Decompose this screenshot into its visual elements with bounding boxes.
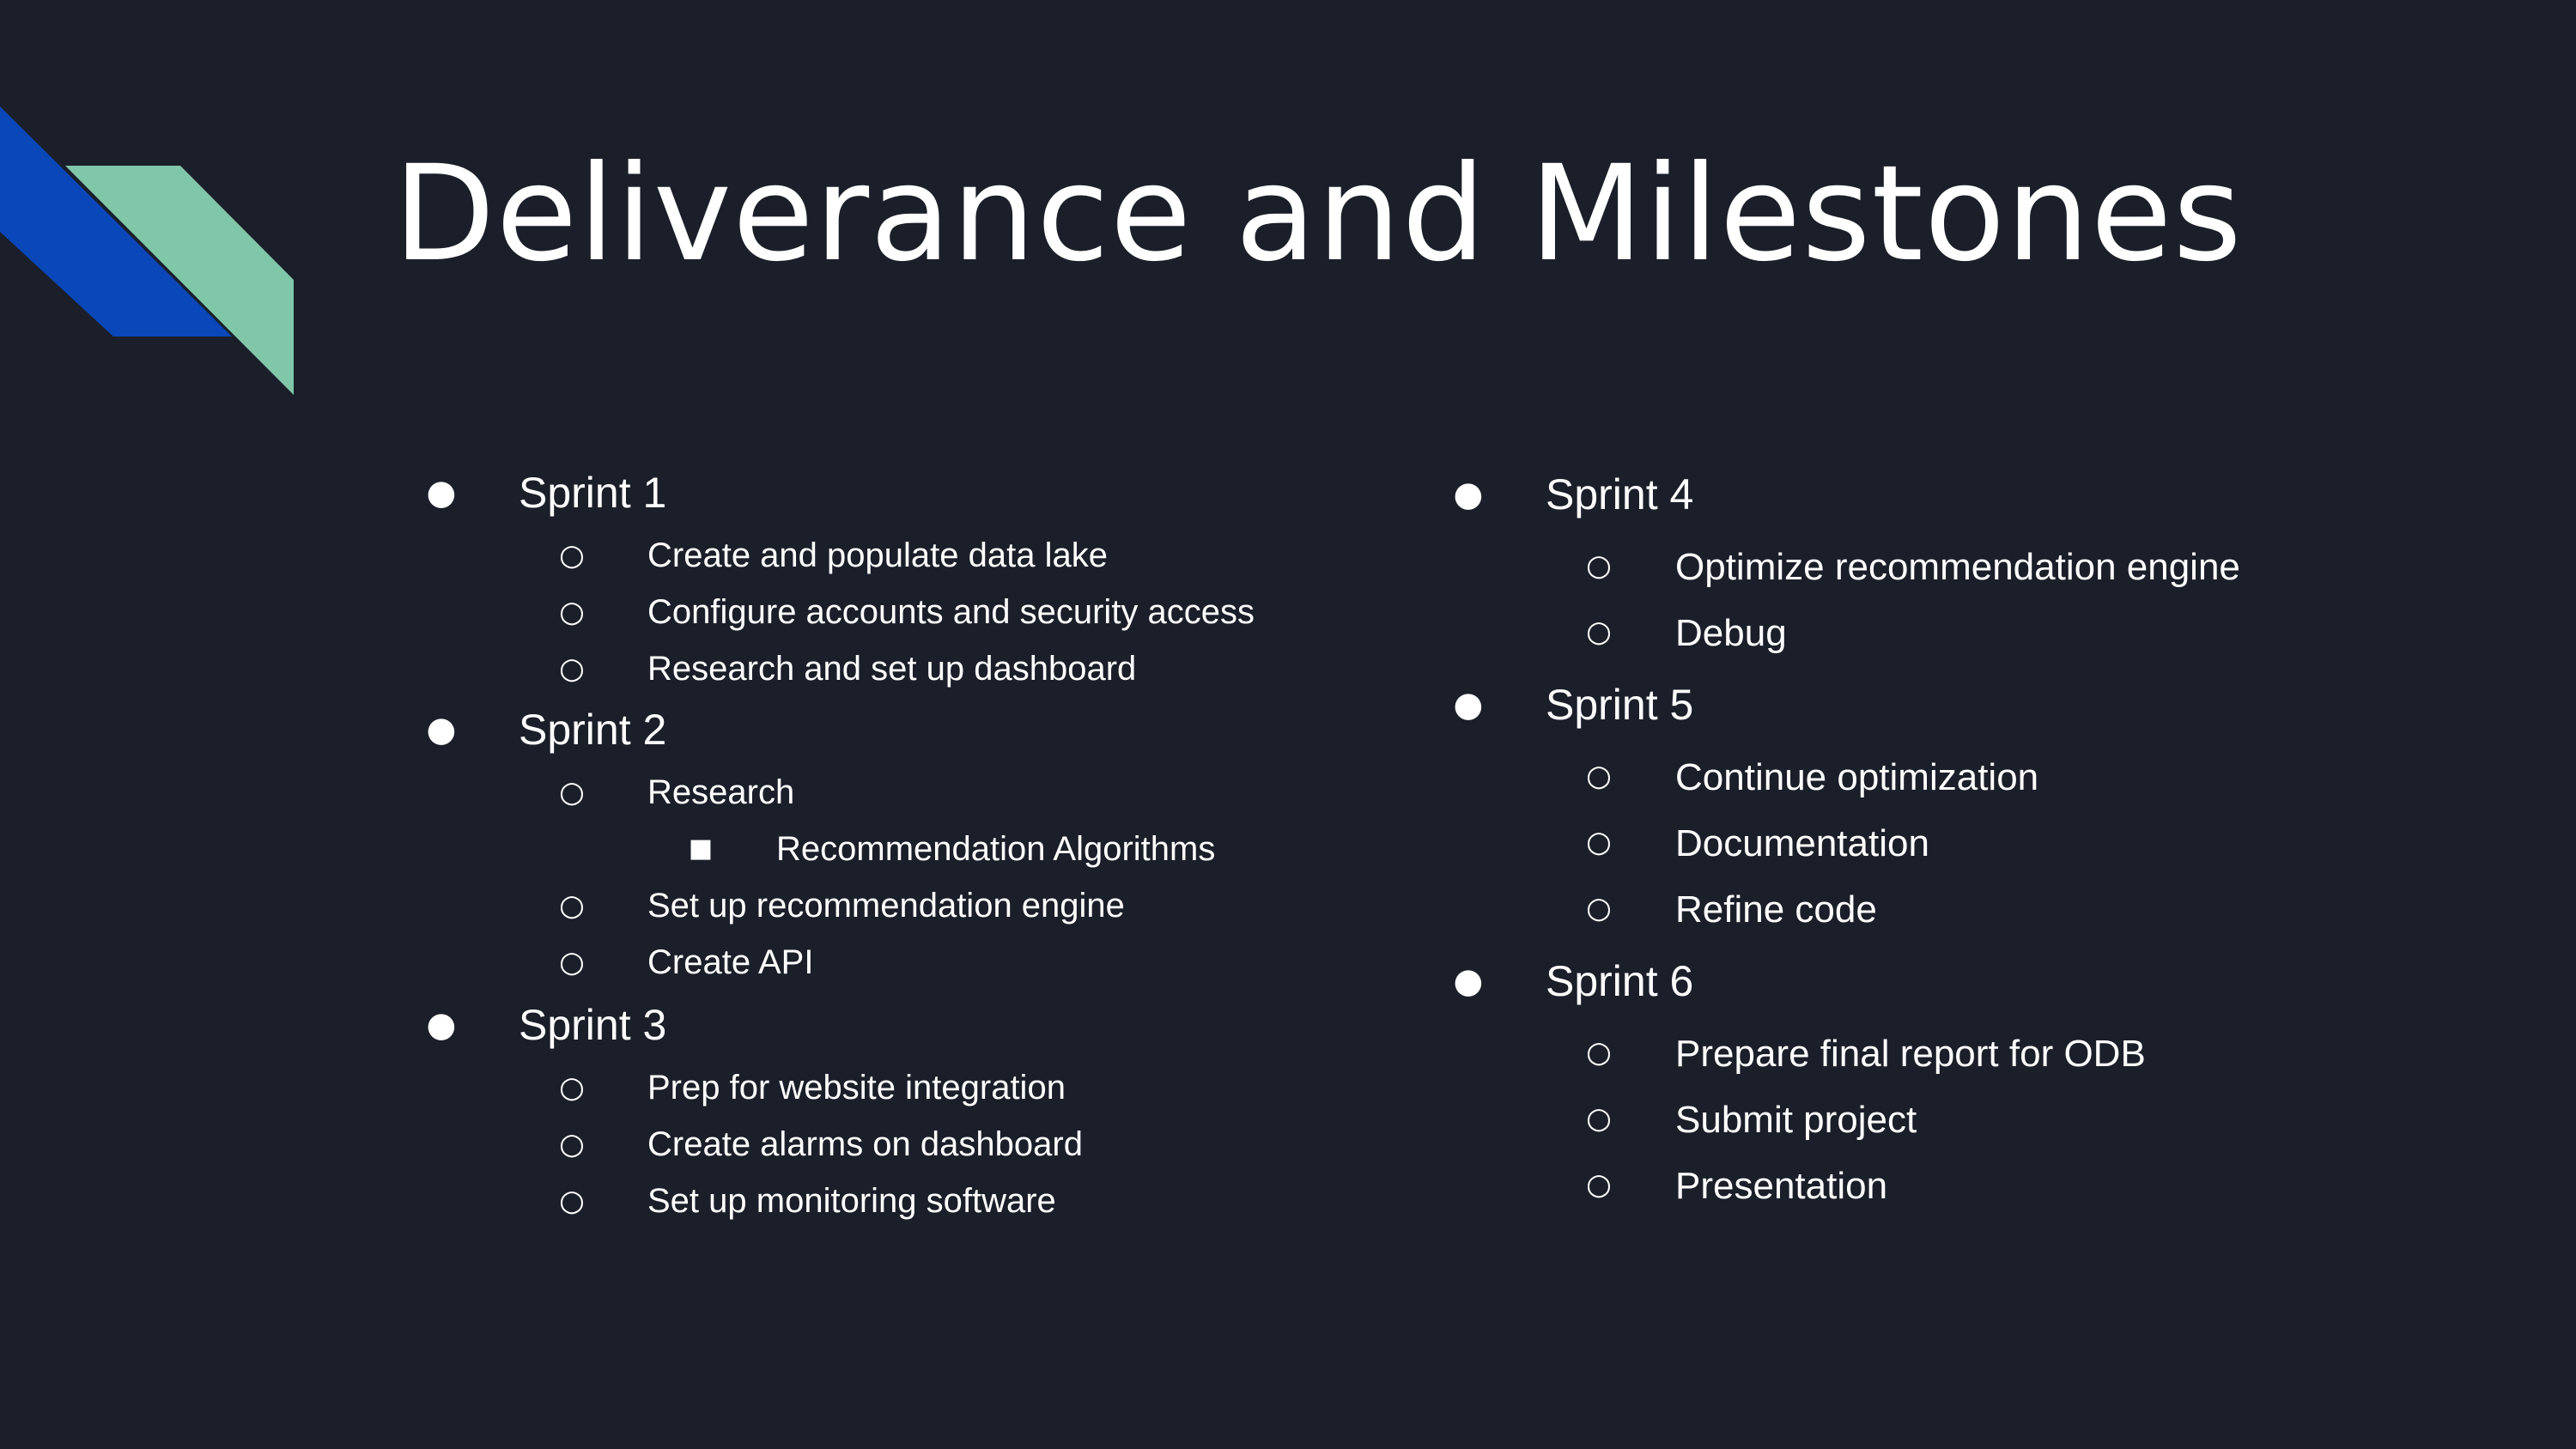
hollow-circle-bullet-icon: ○ — [1586, 825, 1612, 859]
list-item: Create API — [647, 943, 814, 981]
list-item: Research — [647, 773, 795, 811]
slide: Deliverance and Milestones ● Sprint 1 ○ … — [0, 0, 2576, 1449]
hollow-circle-bullet-icon: ○ — [559, 775, 585, 809]
hollow-circle-bullet-icon: ○ — [559, 1070, 585, 1105]
sprint-3-heading: Sprint 3 — [519, 1001, 667, 1049]
slide-title: Deliverance and Milestones — [393, 137, 2243, 291]
sprint-6-heading: Sprint 6 — [1546, 957, 1694, 1005]
hollow-circle-bullet-icon: ○ — [559, 1184, 585, 1218]
hollow-circle-bullet-icon: ○ — [559, 1127, 585, 1161]
list-item: Continue optimization — [1675, 756, 2039, 798]
list-item: Prepare final report for ODB — [1675, 1033, 2146, 1075]
filled-circle-bullet-icon: ● — [426, 1005, 457, 1045]
list-item: Optimize recommendation engine — [1675, 546, 2240, 588]
hollow-circle-bullet-icon: ○ — [1586, 1035, 1612, 1070]
filled-circle-bullet-icon: ● — [1453, 685, 1484, 724]
list-item: Set up monitoring software — [647, 1182, 1056, 1220]
sprint-4-heading: Sprint 4 — [1546, 470, 1694, 518]
sprint-1-heading: Sprint 1 — [519, 469, 667, 517]
list-item: Set up recommendation engine — [647, 887, 1125, 925]
hollow-circle-bullet-icon: ○ — [559, 945, 585, 979]
list-subitem: Recommendation Algorithms — [776, 830, 1216, 868]
corner-decoration — [0, 106, 294, 395]
hollow-circle-bullet-icon: ○ — [559, 595, 585, 629]
hollow-circle-bullet-icon: ○ — [559, 888, 585, 923]
hollow-circle-bullet-icon: ○ — [1586, 1167, 1612, 1202]
list-item: Configure accounts and security access — [647, 593, 1255, 631]
list-item: Create and populate data lake — [647, 537, 1108, 574]
list-item: Refine code — [1675, 888, 1877, 931]
list-item: Create alarms on dashboard — [647, 1125, 1083, 1163]
hollow-circle-bullet-icon: ○ — [1586, 891, 1612, 925]
hollow-circle-bullet-icon: ○ — [1586, 549, 1612, 583]
filled-circle-bullet-icon: ● — [1453, 475, 1484, 514]
sprint-5-heading: Sprint 5 — [1546, 681, 1694, 729]
list-item: Documentation — [1675, 822, 1929, 864]
hollow-circle-bullet-icon: ○ — [559, 538, 585, 573]
list-item: Presentation — [1675, 1165, 1888, 1207]
filled-circle-bullet-icon: ● — [1453, 961, 1484, 1001]
list-item: Debug — [1675, 612, 1787, 654]
list-item: Submit project — [1675, 1099, 1917, 1141]
filled-square-bullet-icon: ■ — [688, 834, 714, 864]
list-item: Research and set up dashboard — [647, 650, 1137, 688]
hollow-circle-bullet-icon: ○ — [1586, 1101, 1612, 1136]
list-item: Prep for website integration — [647, 1069, 1066, 1106]
hollow-circle-bullet-icon: ○ — [559, 652, 585, 686]
hollow-circle-bullet-icon: ○ — [1586, 615, 1612, 649]
sprint-2-heading: Sprint 2 — [519, 706, 667, 754]
filled-circle-bullet-icon: ● — [426, 710, 457, 749]
filled-circle-bullet-icon: ● — [426, 473, 457, 512]
hollow-circle-bullet-icon: ○ — [1586, 759, 1612, 793]
